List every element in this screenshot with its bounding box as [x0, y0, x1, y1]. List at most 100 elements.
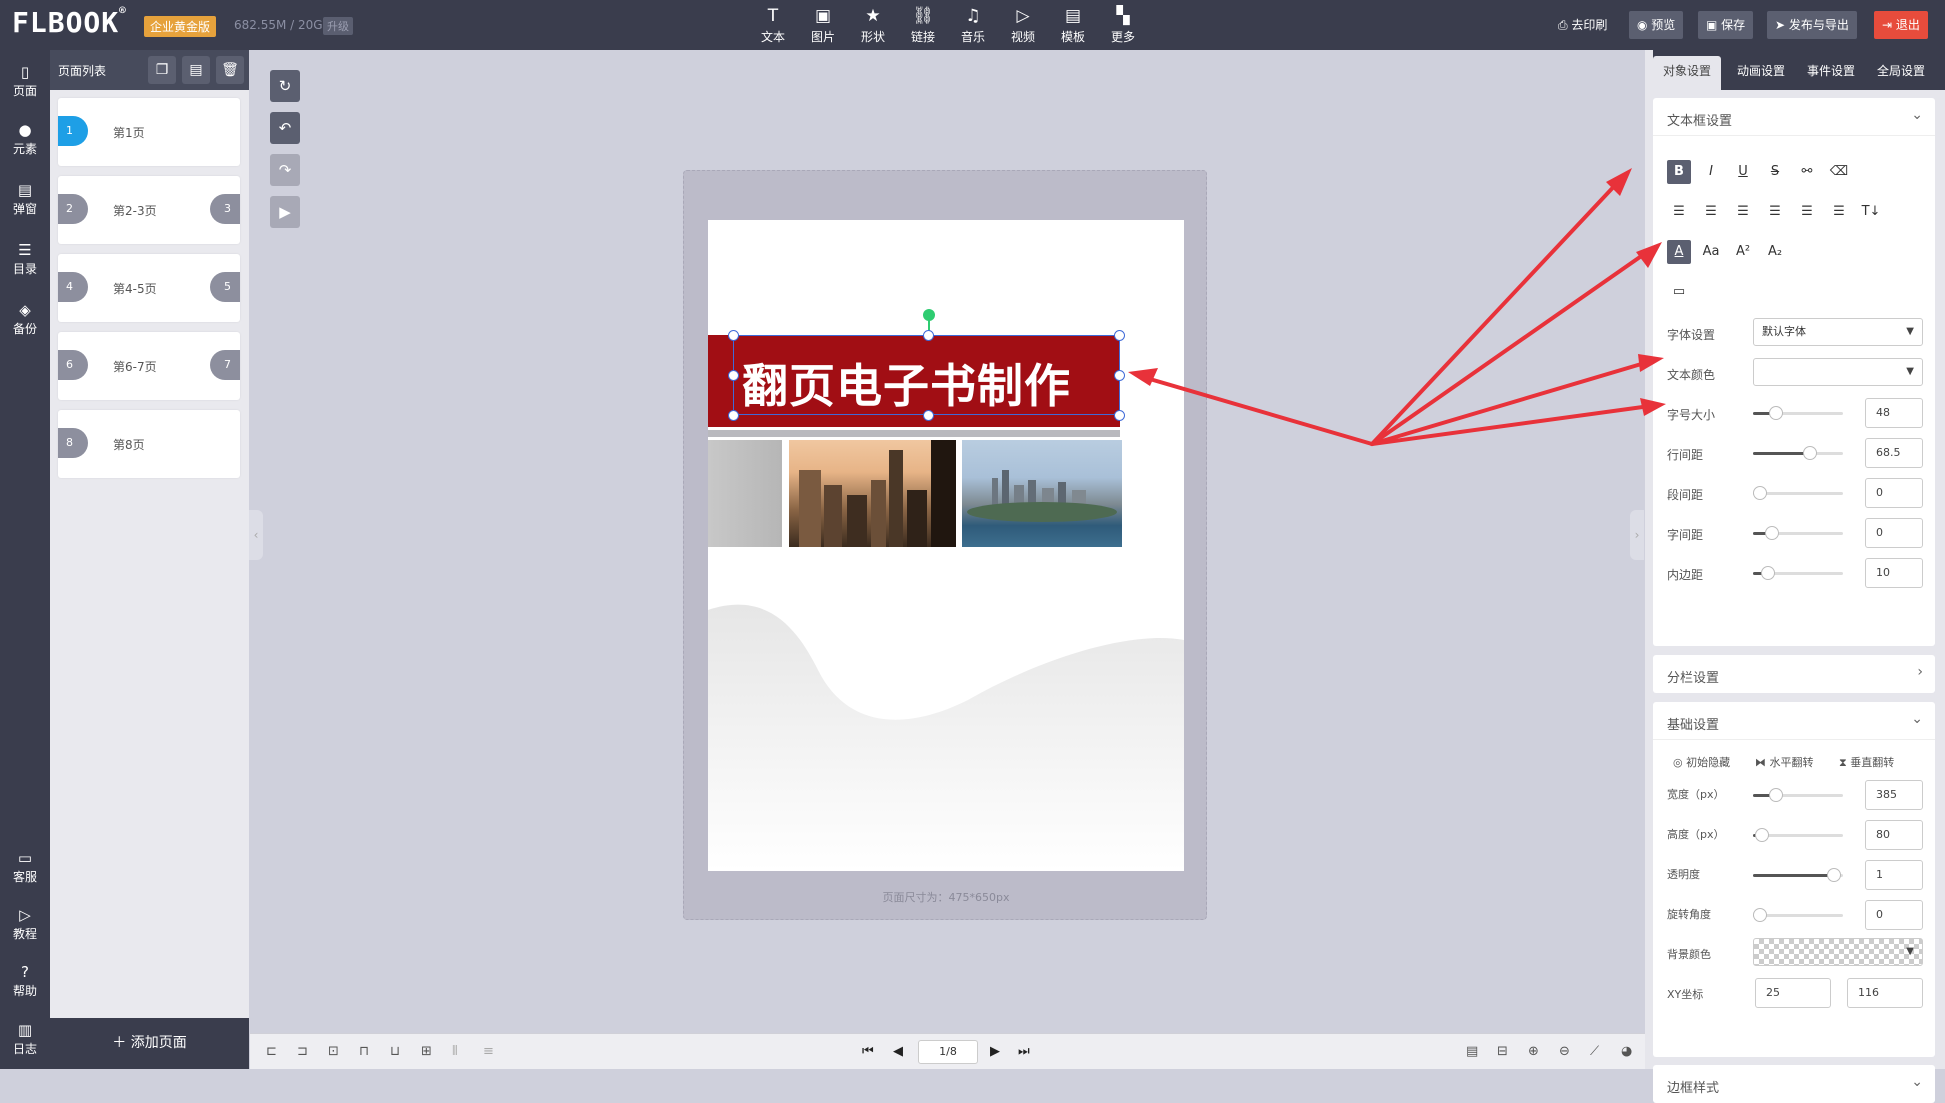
collapse-right-handle[interactable]: ›	[1630, 510, 1644, 560]
page-card[interactable]: 1 第1页	[58, 98, 240, 166]
opacity-input[interactable]: 1	[1865, 860, 1923, 890]
upgrade-button[interactable]: 升级	[323, 17, 353, 35]
tool-more-button[interactable]: ▚ 更多	[1098, 6, 1148, 45]
collapse-left-handle[interactable]: ‹	[249, 510, 263, 560]
redo-button[interactable]: ↷	[270, 154, 300, 186]
textbox-settings-header[interactable]: 文本框设置 ⌄	[1653, 98, 1935, 136]
initial-hide-toggle[interactable]: ◎ 初始隐藏	[1673, 754, 1730, 770]
rail-item-elements[interactable]: ● 元素	[0, 120, 50, 157]
tab-object-settings[interactable]: 对象设置	[1653, 56, 1722, 90]
tool-video-button[interactable]: ▷ 视频	[998, 6, 1048, 45]
rail-item-toc[interactable]: ☰ 目录	[0, 240, 50, 277]
duplicate-page-button[interactable]: ❐	[148, 56, 176, 84]
page-card[interactable]: 2 第2-3页 3	[58, 176, 240, 244]
rail-item-support[interactable]: ▭ 客服	[0, 848, 50, 885]
justify-icon[interactable]: ☰	[1763, 200, 1787, 224]
indent-icon[interactable]: ☰	[1827, 200, 1851, 224]
tab-global-settings[interactable]: 全局设置	[1877, 62, 1925, 79]
page-view-icon[interactable]: ▤	[1466, 1044, 1478, 1059]
vertical-flip-toggle[interactable]: ⧗ 垂直翻转	[1839, 754, 1894, 770]
slider-knob[interactable]	[1769, 406, 1783, 420]
slider-knob[interactable]	[1769, 788, 1783, 802]
tool-template-button[interactable]: ▤ 模板	[1048, 6, 1098, 45]
resize-handle[interactable]	[1114, 370, 1125, 381]
preview-button[interactable]: ◉ 预览	[1629, 11, 1684, 39]
column-settings-section[interactable]: 分栏设置 ›	[1653, 655, 1935, 693]
tool-link-button[interactable]: ⛓ 链接	[898, 6, 948, 45]
align-right-icon[interactable]: ⊡	[328, 1044, 339, 1059]
align-left-icon[interactable]: ☰	[1667, 200, 1691, 224]
rail-item-popup[interactable]: ▤ 弹窗	[0, 180, 50, 217]
paragraph-spacing-input[interactable]: 0	[1865, 478, 1923, 508]
zoom-out-icon[interactable]: ⊖	[1559, 1044, 1570, 1059]
resize-handle[interactable]	[1114, 410, 1125, 421]
rail-item-log[interactable]: ▥ 日志	[0, 1020, 50, 1057]
padding-input[interactable]: 10	[1865, 558, 1923, 588]
width-slider[interactable]	[1753, 788, 1843, 802]
rail-item-help[interactable]: ? 帮助	[0, 962, 50, 999]
font-size-input[interactable]: 48	[1865, 398, 1923, 428]
text-direction-icon[interactable]: T↓	[1859, 200, 1883, 224]
align-right-icon[interactable]: ☰	[1731, 200, 1755, 224]
tool-music-button[interactable]: ♫ 音乐	[948, 6, 998, 45]
page-number-input[interactable]: 1/8	[918, 1040, 978, 1064]
font-color-button[interactable]: A	[1667, 240, 1691, 264]
resize-handle[interactable]	[923, 330, 934, 341]
rail-item-tutorial[interactable]: ▷ 教程	[0, 905, 50, 942]
slider-knob[interactable]	[1753, 486, 1767, 500]
align-bottom-icon[interactable]: ⊞	[421, 1044, 432, 1059]
save-button[interactable]: ▣ 保存	[1698, 11, 1754, 39]
harbor-image[interactable]	[962, 440, 1122, 547]
border-style-section[interactable]: 边框样式 ⌄	[1653, 1065, 1935, 1103]
background-color-select[interactable]: ▼	[1753, 938, 1923, 966]
resize-handle[interactable]	[728, 410, 739, 421]
align-center-icon[interactable]: ⊐	[297, 1044, 308, 1059]
line-height-input[interactable]: 68.5	[1865, 438, 1923, 468]
align-middle-icon[interactable]: ⊔	[390, 1044, 400, 1059]
tab-event-settings[interactable]: 事件设置	[1807, 62, 1855, 79]
height-input[interactable]: 80	[1865, 820, 1923, 850]
line-height-slider[interactable]	[1753, 446, 1843, 460]
subscript-icon[interactable]: A₂	[1763, 240, 1787, 264]
tab-animation-settings[interactable]: 动画设置	[1737, 62, 1785, 79]
rail-item-backup[interactable]: ◈ 备份	[0, 300, 50, 337]
page-card[interactable]: 8 第8页	[58, 410, 240, 478]
tool-image-button[interactable]: ▣ 图片	[798, 6, 848, 45]
resize-handle[interactable]	[728, 330, 739, 341]
city-image[interactable]	[789, 440, 956, 547]
first-page-icon[interactable]: ⏮	[862, 1044, 874, 1059]
delete-page-button[interactable]: 🗑	[216, 56, 244, 84]
eraser-icon[interactable]: ⌫	[1827, 160, 1851, 184]
justify-all-icon[interactable]: ☰	[1795, 200, 1819, 224]
slider-knob[interactable]	[1827, 868, 1841, 882]
slider-knob[interactable]	[1761, 566, 1775, 580]
settings-icon[interactable]: ◕	[1621, 1044, 1632, 1059]
width-input[interactable]: 385	[1865, 780, 1923, 810]
slider-knob[interactable]	[1755, 828, 1769, 842]
distribute-h-icon[interactable]: ⦀	[452, 1044, 458, 1059]
gray-image[interactable]	[708, 440, 782, 547]
exit-button[interactable]: ⇥ 退出	[1874, 11, 1928, 39]
slider-knob[interactable]	[1803, 446, 1817, 460]
distribute-v-icon[interactable]: ≡	[483, 1044, 494, 1059]
underline-button[interactable]: U	[1731, 160, 1755, 184]
page-card[interactable]: 4 第4-5页 5	[58, 254, 240, 322]
basic-settings-header[interactable]: 基础设置 ⌄	[1653, 702, 1935, 740]
letter-spacing-input[interactable]: 0	[1865, 518, 1923, 548]
font-case-icon[interactable]: Aa	[1699, 240, 1723, 264]
font-select[interactable]: 默认字体 ▼	[1753, 318, 1923, 346]
copy-page-button[interactable]: ▤	[182, 56, 210, 84]
y-coordinate-input[interactable]: 116	[1847, 978, 1923, 1008]
ruler-icon[interactable]: ⟋	[1590, 1044, 1599, 1059]
unlink-icon[interactable]: ⚯	[1795, 160, 1819, 184]
play-preview-button[interactable]: ▶	[270, 196, 300, 228]
resize-handle[interactable]	[728, 370, 739, 381]
strikethrough-button[interactable]: S	[1763, 160, 1787, 184]
align-top-icon[interactable]: ⊓	[359, 1044, 369, 1059]
history-button[interactable]: ↻	[270, 70, 300, 102]
align-center-icon[interactable]: ☰	[1699, 200, 1723, 224]
print-button[interactable]: ⎙ 去印刷	[1550, 11, 1615, 39]
slider-knob[interactable]	[1753, 908, 1767, 922]
padding-slider[interactable]	[1753, 566, 1843, 580]
rotate-handle[interactable]	[923, 309, 935, 321]
